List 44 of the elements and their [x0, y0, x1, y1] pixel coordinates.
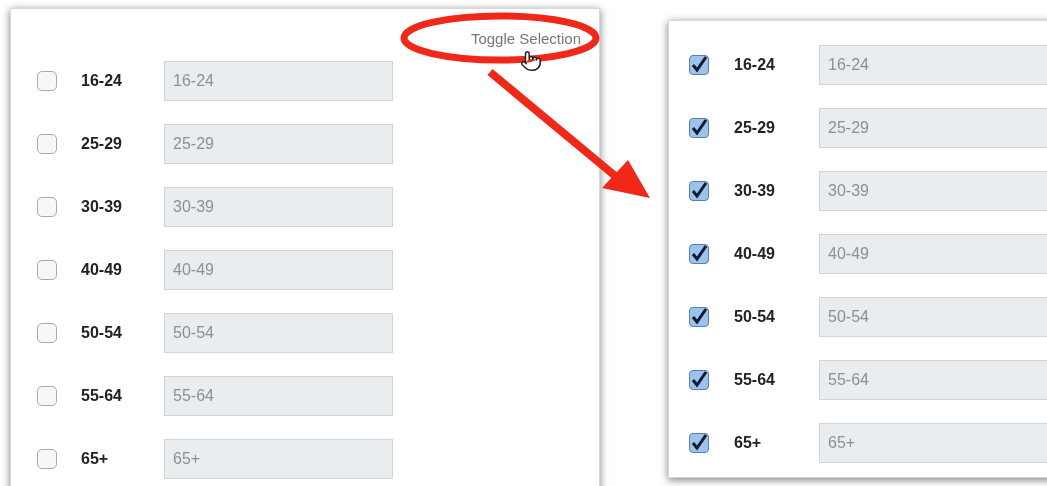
hand-cursor-icon — [520, 50, 542, 72]
age-range-field[interactable]: 25-29 — [164, 124, 393, 164]
age-range-label: 30-39 — [734, 181, 776, 201]
toggle-selection-link[interactable]: Toggle Selection — [470, 29, 581, 49]
checkbox[interactable] — [689, 370, 709, 390]
age-range-label: 25-29 — [81, 134, 123, 154]
age-range-field[interactable]: 16-24 — [164, 61, 393, 101]
age-range-field[interactable]: 65+ — [819, 423, 1047, 463]
age-range-field[interactable]: 30-39 — [164, 187, 393, 227]
age-range-label: 65+ — [81, 449, 110, 469]
age-range-label: 16-24 — [81, 71, 123, 91]
age-range-label: 40-49 — [734, 244, 776, 264]
age-range-label: 55-64 — [81, 386, 123, 406]
age-range-label: 30-39 — [81, 197, 123, 217]
age-range-field[interactable]: 30-39 — [819, 171, 1047, 211]
age-range-label: 55-64 — [734, 370, 776, 390]
checkbox[interactable] — [37, 197, 57, 217]
age-range-field[interactable]: 40-49 — [819, 234, 1047, 274]
checkbox[interactable] — [37, 449, 57, 469]
age-range-field[interactable]: 50-54 — [164, 313, 393, 353]
age-range-label: 50-54 — [81, 323, 123, 343]
checkbox[interactable] — [37, 323, 57, 343]
checkbox[interactable] — [689, 244, 709, 264]
age-range-field[interactable]: 25-29 — [819, 108, 1047, 148]
age-range-label: 65+ — [734, 433, 763, 453]
checkbox[interactable] — [689, 118, 709, 138]
age-range-field[interactable]: 55-64 — [819, 360, 1047, 400]
age-range-label: 25-29 — [734, 118, 776, 138]
checkbox[interactable] — [37, 386, 57, 406]
age-range-field[interactable]: 50-54 — [819, 297, 1047, 337]
checkbox[interactable] — [37, 134, 57, 154]
age-range-field[interactable]: 16-24 — [819, 45, 1047, 85]
checkbox[interactable] — [689, 181, 709, 201]
age-range-label: 50-54 — [734, 307, 776, 327]
age-range-field[interactable]: 40-49 — [164, 250, 393, 290]
checkbox[interactable] — [689, 307, 709, 327]
checkbox[interactable] — [689, 55, 709, 75]
age-range-label: 40-49 — [81, 260, 123, 280]
age-range-field[interactable]: 55-64 — [164, 376, 393, 416]
age-range-label: 16-24 — [734, 55, 776, 75]
age-range-field[interactable]: 65+ — [164, 439, 393, 479]
checkbox[interactable] — [37, 71, 57, 91]
checkbox[interactable] — [689, 433, 709, 453]
checkbox[interactable] — [37, 260, 57, 280]
